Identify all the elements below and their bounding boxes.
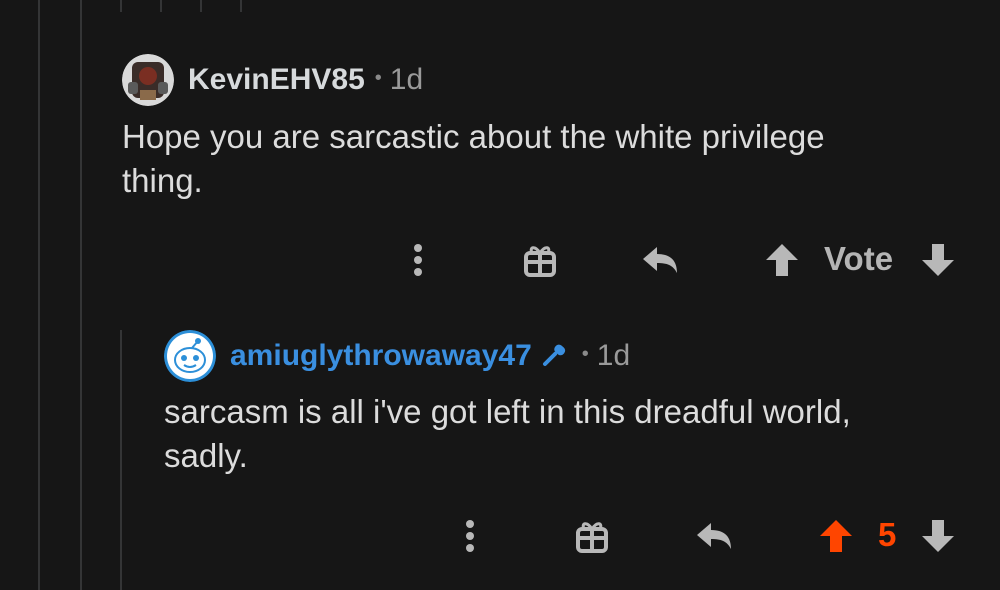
microphone-icon <box>542 342 572 370</box>
comment-header: amiuglythrowaway47 • 1d <box>164 330 630 382</box>
parent-thread-tick <box>200 0 202 12</box>
more-options-icon[interactable] <box>398 236 438 284</box>
separator-dot: • <box>581 342 589 365</box>
avatar[interactable] <box>122 54 174 106</box>
comment-age: 1d <box>596 339 631 372</box>
comment-body: Hope you are sarcastic about the white p… <box>122 118 825 199</box>
parent-thread-tick <box>120 0 122 12</box>
vote-score: 5 <box>878 516 897 553</box>
separator-dot: • <box>374 66 382 89</box>
upvote-arrow-icon[interactable] <box>762 238 802 282</box>
comment-body: sarcasm is all i've got left in this dre… <box>164 393 851 474</box>
username[interactable]: KevinEHV85 <box>188 63 365 97</box>
username[interactable]: amiuglythrowaway47 <box>230 339 532 373</box>
gift-icon[interactable] <box>570 514 614 558</box>
thread-line-1[interactable] <box>38 0 40 590</box>
vote-label: Vote <box>824 240 894 277</box>
gift-icon[interactable] <box>518 238 562 282</box>
upvote-arrow-icon[interactable] <box>816 514 856 558</box>
avatar[interactable] <box>164 330 216 382</box>
downvote-arrow-icon[interactable] <box>918 238 958 282</box>
reply-icon[interactable] <box>692 514 738 558</box>
thread-line-3[interactable] <box>120 330 122 590</box>
more-options-icon[interactable] <box>450 512 490 560</box>
reply-icon[interactable] <box>638 238 684 282</box>
thread-line-2[interactable] <box>80 0 82 590</box>
comment-header: KevinEHV85 • 1d <box>122 54 423 106</box>
parent-thread-tick <box>240 0 242 12</box>
comment-age: 1d <box>389 63 424 96</box>
downvote-arrow-icon[interactable] <box>918 514 958 558</box>
parent-thread-tick <box>160 0 162 12</box>
